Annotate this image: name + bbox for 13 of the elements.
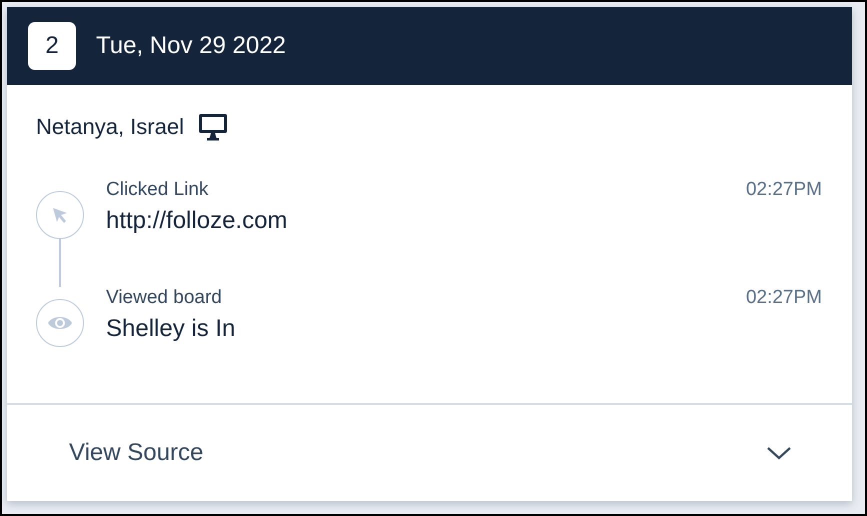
event-time: 02:27PM bbox=[746, 287, 822, 309]
eye-icon bbox=[47, 314, 73, 332]
event-target: http://folloze.com bbox=[106, 207, 288, 235]
day-number: 2 bbox=[28, 22, 76, 70]
location-text: Netanya, Israel bbox=[36, 114, 184, 140]
event-time: 02:27PM bbox=[746, 179, 822, 201]
day-date: Tue, Nov 29 2022 bbox=[96, 32, 286, 60]
chevron-icon bbox=[766, 446, 792, 460]
event-target: Shelley is In bbox=[106, 315, 236, 343]
desktop-icon bbox=[198, 113, 228, 141]
view-source-toggle[interactable]: View Source bbox=[7, 403, 852, 501]
event-action: Clicked Link bbox=[106, 179, 208, 201]
event-action: Viewed board bbox=[106, 287, 222, 309]
